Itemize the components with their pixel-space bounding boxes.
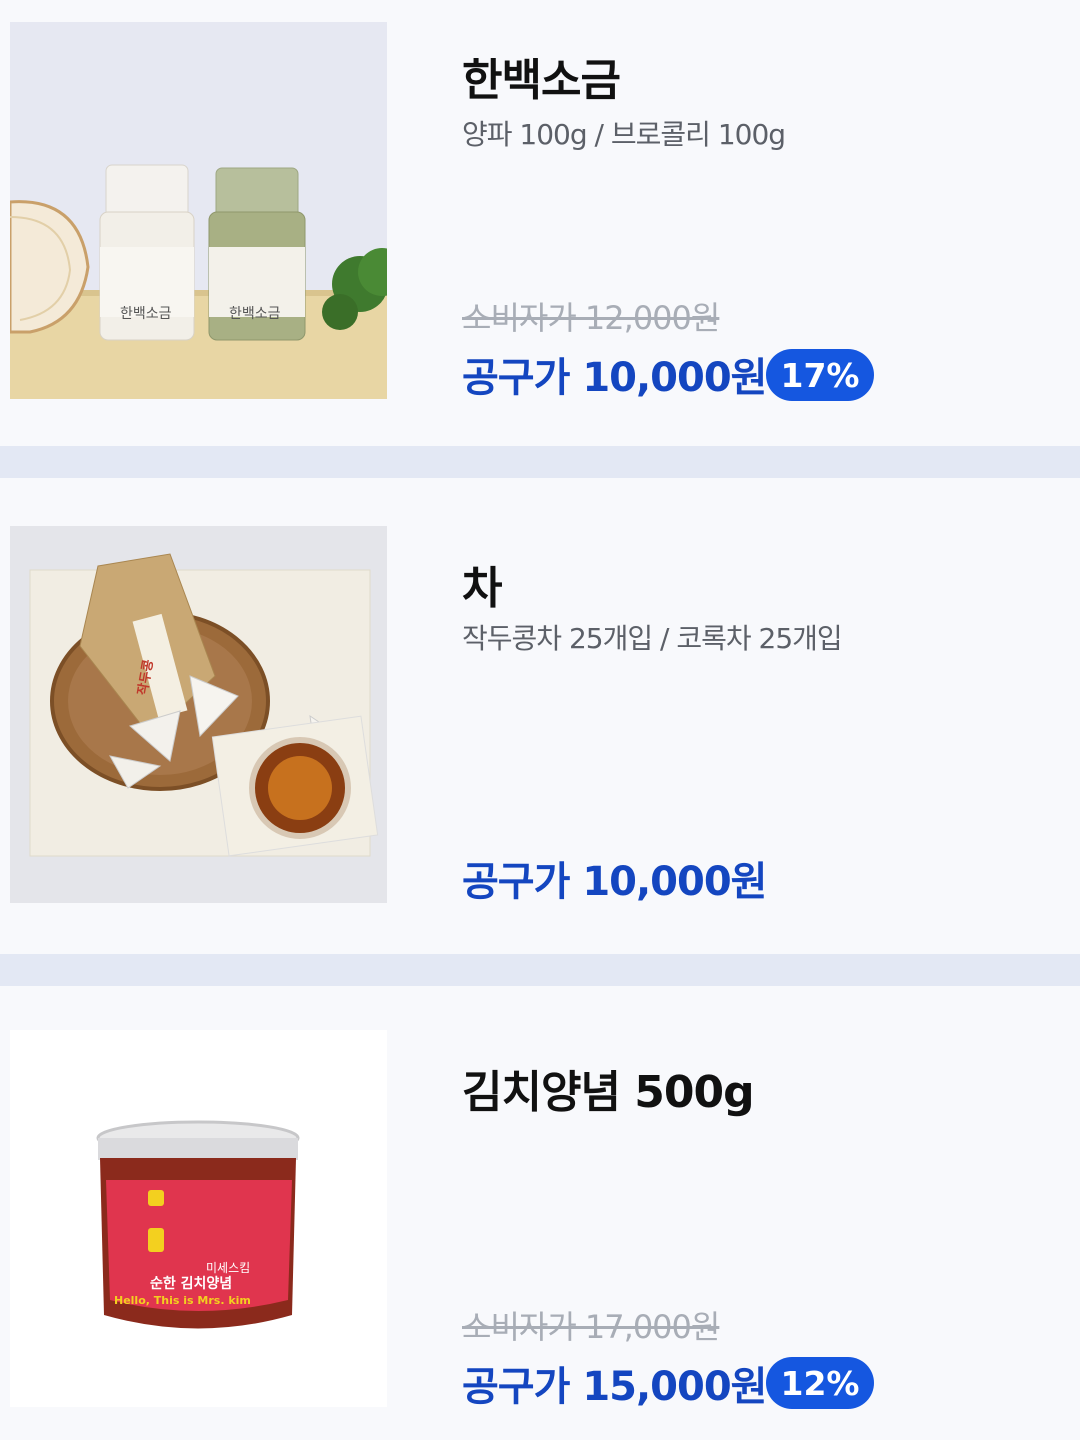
- jar-label-line3: Hello, This is Mrs. kim: [114, 1294, 251, 1307]
- section-divider: [0, 446, 1080, 478]
- product-card-kimchi-sauce[interactable]: 미세스킴 순한 김치양념 Hello, This is Mrs. kim 김치양…: [0, 986, 1080, 1440]
- jar-label-2: 한백소금: [229, 306, 281, 322]
- product-image-kimchi-sauce[interactable]: 미세스킴 순한 김치양념 Hello, This is Mrs. kim: [10, 1030, 387, 1407]
- group-buy-price: 공구가 10,000원: [462, 859, 767, 905]
- product-options: 양파 100g / 브로콜리 100g: [462, 118, 786, 151]
- group-buy-price: 공구가 10,000원: [462, 355, 767, 401]
- consumer-price: 소비자가 12,000원: [462, 299, 720, 337]
- product-name: 차: [462, 563, 502, 614]
- group-buy-price: 공구가 15,000원: [462, 1364, 767, 1410]
- product-image-salt[interactable]: 한백소금 한백소금: [10, 22, 387, 399]
- product-card-tea[interactable]: 작두콩 차 작두콩차 25개입 / 코록차 25개입 공구가 10,000원: [0, 478, 1080, 954]
- product-card-salt[interactable]: 한백소금 한백소금 한백소금 양파 100g / 브로콜리 100g 소비자가 …: [0, 0, 1080, 446]
- product-name: 김치양념 500g: [462, 1067, 755, 1118]
- jar-label-line2: 순한 김치양념: [150, 1275, 232, 1292]
- product-options: 작두콩차 25개입 / 코록차 25개입: [462, 622, 843, 655]
- product-name: 한백소금: [462, 55, 621, 106]
- section-divider: [0, 954, 1080, 986]
- product-image-tea[interactable]: 작두콩: [10, 526, 387, 903]
- jar-label-line1: 미세스킴: [206, 1261, 250, 1275]
- discount-badge: 12%: [766, 1357, 874, 1409]
- discount-badge: 17%: [766, 349, 874, 401]
- jar-label-1: 한백소금: [120, 306, 172, 322]
- consumer-price: 소비자가 17,000원: [462, 1308, 720, 1346]
